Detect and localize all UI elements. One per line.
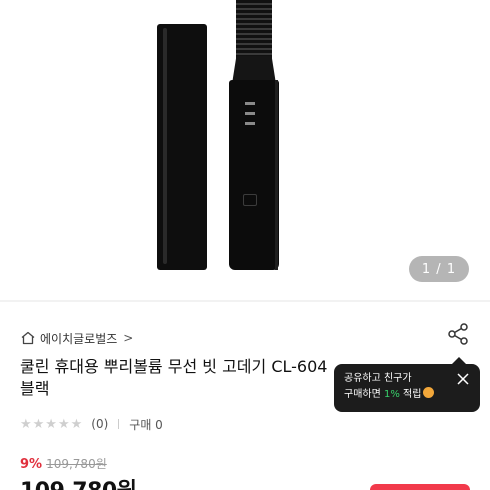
shop-name: 에이치글로벌즈 (40, 331, 118, 346)
tooltip-text: 공유하고 친구가 (344, 373, 412, 384)
purchase-count: 구매 0 (129, 417, 163, 432)
tooltip-text-prefix: 구매하면 (344, 389, 384, 400)
discount-row: 9% 109,780원 (20, 455, 107, 472)
coin-icon (423, 387, 435, 398)
temp-indicator (245, 112, 255, 115)
tooltip-text-suffix: 적립 (399, 389, 422, 400)
product-handle-image (229, 80, 279, 270)
shop-link[interactable]: 에이치글로벌즈 > (20, 328, 133, 348)
rating-row[interactable]: ★★★★★ (0) 구매 0 (20, 416, 163, 432)
product-comb-image (236, 0, 272, 62)
reward-percent: 1% (383, 389, 400, 400)
divider (0, 300, 490, 302)
product-image-gallery[interactable]: 1 / 1 (0, 0, 490, 300)
home-shop-icon (21, 331, 35, 345)
review-count: (0) (91, 417, 109, 431)
product-cap-image (157, 24, 207, 270)
sale-price: 109,780원 (20, 473, 137, 490)
tooltip-text: 구매하면 1% 적립 (344, 387, 470, 403)
image-pager: 1 / 1 (409, 256, 469, 282)
temp-indicator (245, 102, 255, 105)
rating-stars: ★★★★★ (20, 416, 84, 432)
share-icon[interactable] (446, 322, 470, 346)
chevron-right-icon: > (123, 331, 134, 345)
discount-rate: 9% (20, 457, 43, 472)
action-button[interactable] (370, 484, 470, 490)
power-button-image (243, 194, 257, 206)
close-icon[interactable] (456, 372, 470, 386)
original-price: 109,780원 (46, 457, 107, 471)
share-reward-tooltip: 공유하고 친구가 구매하면 1% 적립 (334, 357, 480, 412)
divider (118, 419, 120, 429)
temp-indicator (245, 122, 255, 125)
